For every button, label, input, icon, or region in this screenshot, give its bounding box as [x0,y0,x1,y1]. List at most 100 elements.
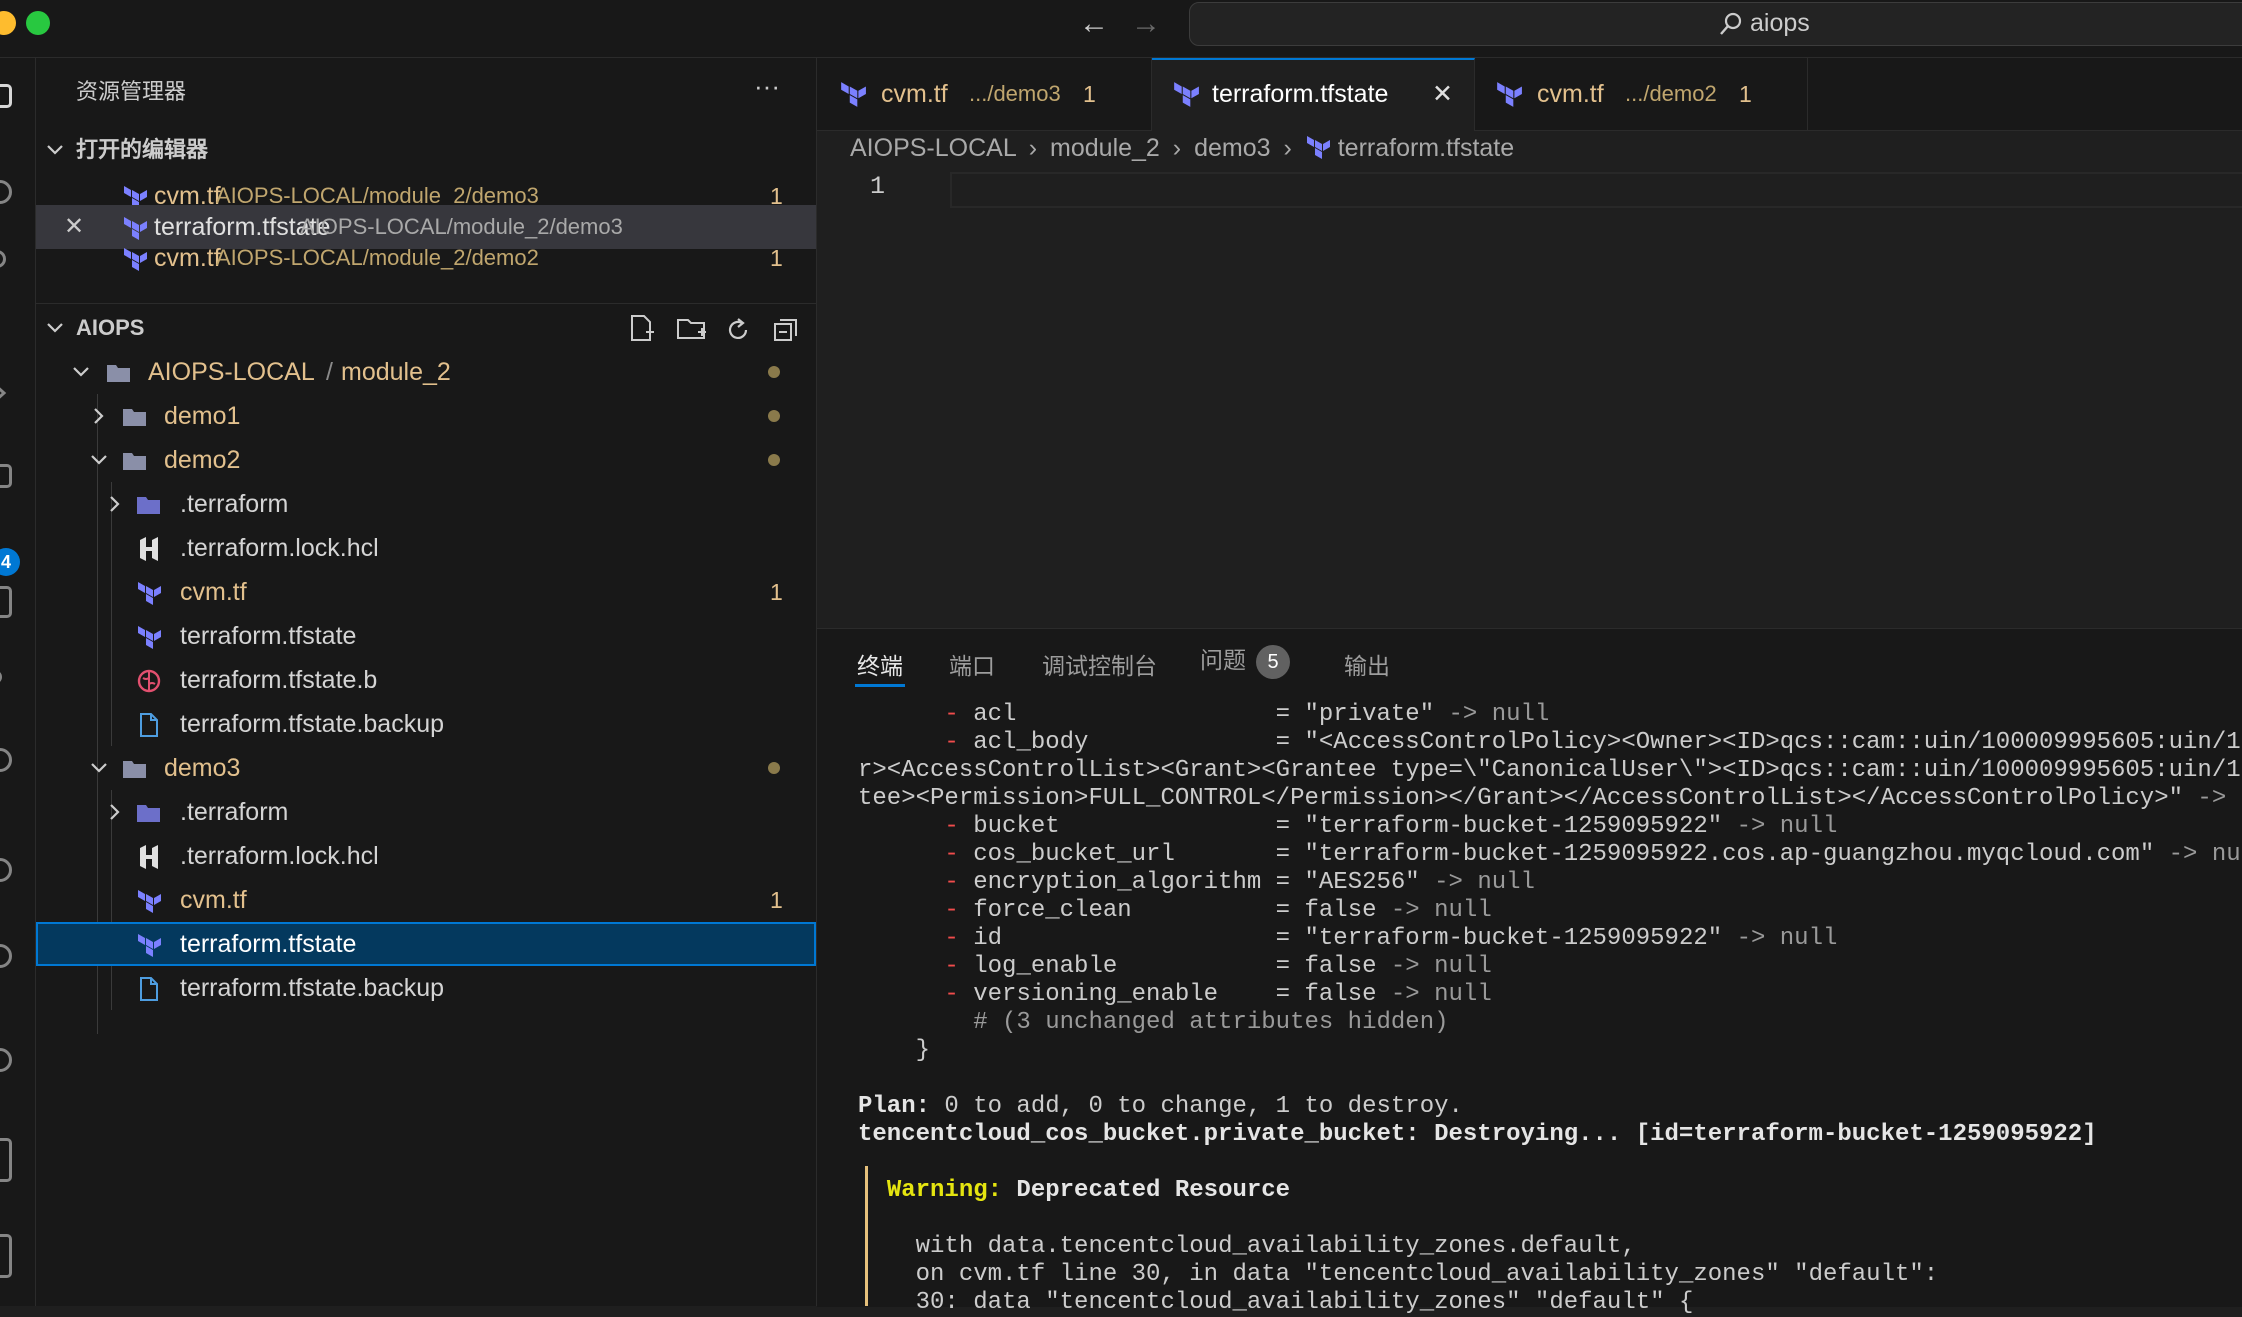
tree-file[interactable]: terraform.tfstate [36,614,816,658]
explorer-header: 资源管理器 ··· [36,70,816,114]
remote-icon[interactable] [0,670,2,684]
close-icon[interactable]: ✕ [1432,60,1453,128]
timeline-icon[interactable] [0,944,12,968]
tree-file[interactable]: .terraform.lock.hcl [36,526,816,570]
terminal-line: - bucket = "terraform-bucket-1259095922"… [944,813,1838,840]
terraform-file-icon [138,890,161,913]
minimize-window-button[interactable] [0,11,16,35]
terminal-line: - encryption_algorithm = "AES256" -> nul… [944,869,1535,896]
problem-count: 1 [770,887,783,913]
modified-dot [768,366,780,378]
tree-file[interactable]: terraform.tfstate.b [36,658,816,702]
account-icon[interactable] [0,1234,12,1278]
terminal-line: # (3 unchanged attributes hidden) [858,1009,1449,1036]
terraform-file-icon [138,934,161,957]
file-name: cvm.tf [180,578,247,606]
folder-icon [123,409,146,426]
terraform-file-icon [138,582,161,605]
tab-cvm-demo2[interactable]: cvm.tf .../demo2 1 [1475,58,1808,130]
breadcrumb-separator: › [1283,134,1292,162]
terraform-file-icon [138,626,161,649]
workspace-section-header[interactable]: AIOPS [36,306,816,350]
panel-tab-debug-console[interactable]: 调试控制台 [1042,647,1157,681]
tab-terraform-tfstate[interactable]: terraform.tfstate ✕ [1152,58,1475,131]
explorer-icon[interactable] [0,84,12,108]
terminal-warning-line: Warning: Deprecated Resource [886,1177,1291,1204]
chevron-down-icon [91,455,107,465]
folder-name: .terraform [180,798,289,826]
tree-folder[interactable]: .terraform [36,790,816,834]
zoom-window-button[interactable] [26,11,50,35]
refresh-icon[interactable] [724,316,752,344]
terminal-line: - acl_body = "<AccessControlPolicy><Owne… [944,729,2242,756]
tree-file[interactable]: .terraform.lock.hcl [36,834,816,878]
terraform-file-icon [124,248,147,271]
terraform-file-icon [841,82,866,107]
warning-bar [865,1166,868,1306]
terraform-file-icon [1174,82,1199,107]
tree-folder[interactable]: demo2 [36,438,816,482]
terraform-file-icon [1497,82,1522,107]
active-tab-indicator [855,684,905,687]
panel-tab-ports[interactable]: 端口 [949,647,995,681]
file-name: .terraform.lock.hcl [180,534,379,562]
command-center-search[interactable]: aiops [1189,2,2242,46]
arrow-left-icon[interactable]: ← [1074,4,1114,44]
chevron-down-icon [47,145,63,155]
terraform-folder-icon [137,805,160,822]
breadcrumb-item[interactable]: AIOPS-LOCAL [850,134,1016,162]
panel-tab-output[interactable]: 输出 [1344,647,1390,681]
tree-folder-root[interactable]: AIOPS-LOCAL / module_2 [36,350,816,394]
open-editor-item[interactable]: cvm.tf AIOPS-LOCAL/module_2/demo2 1 [36,236,816,280]
activity-bar: 4 [0,58,36,1306]
folder-open-icon [123,761,146,778]
terminal-line: - versioning_enable = false -> null [944,981,1492,1008]
docker-icon[interactable] [0,1048,12,1072]
tab-label: cvm.tf [881,80,948,108]
terminal-line: - cos_bucket_url = "terraform-bucket-125… [944,841,2242,868]
chevron-right-icon [94,408,104,424]
search-activity-icon[interactable] [0,180,12,204]
open-editors-section-header[interactable]: 打开的编辑器 [36,128,816,172]
breadcrumb-item[interactable]: demo3 [1194,134,1270,162]
explorer-title: 资源管理器 [76,79,187,104]
breadcrumb-item[interactable]: terraform.tfstate [1338,134,1514,162]
source-control-icon[interactable] [0,250,6,268]
folder-open-icon [123,453,146,470]
tree-file[interactable]: terraform.tfstate.backup [36,702,816,746]
run-debug-icon[interactable] [0,380,12,404]
open-editor-path: AIOPS-LOCAL/module_2/demo2 [216,245,539,270]
file-icon [140,713,158,737]
problems-count-badge: 5 [1256,644,1290,679]
extensions-icon[interactable] [0,464,12,488]
tab-cvm-demo3[interactable]: cvm.tf .../demo3 1 [817,58,1152,130]
open-editor-name: cvm.tf [154,244,221,272]
tree-file-selected[interactable]: terraform.tfstate [36,922,816,966]
database-icon[interactable] [0,586,12,618]
terminal-output[interactable]: - acl = "private" -> null - acl_body = "… [858,701,2242,1317]
tree-folder[interactable]: .terraform [36,482,816,526]
tree-file[interactable]: cvm.tf 1 [36,878,816,922]
search-text: aiops [1750,9,1810,37]
panel-tab-terminal[interactable]: 终端 [857,647,903,681]
workspace-title: AIOPS [76,315,145,340]
git-graph-icon[interactable] [0,748,12,772]
file-name: .terraform.lock.hcl [180,842,379,870]
path-separator: / [326,358,333,386]
panel-tab-problems[interactable]: 问题 5 [1200,641,1290,679]
new-folder-icon[interactable] [676,314,708,344]
new-file-icon[interactable] [628,314,656,344]
tree-folder[interactable]: demo3 [36,746,816,790]
current-line-highlight[interactable] [950,172,2242,208]
breadcrumb-item[interactable]: module_2 [1050,134,1160,162]
collapse-all-icon[interactable] [772,316,800,344]
arrow-right-icon[interactable]: → [1126,4,1166,44]
hashicorp-icon [140,845,158,869]
device-icon[interactable] [0,1138,12,1182]
more-actions-button[interactable]: ··· [754,64,780,108]
tree-file[interactable]: cvm.tf 1 [36,570,816,614]
modified-dot [768,454,780,466]
testing-icon[interactable] [0,858,12,882]
tree-file[interactable]: terraform.tfstate.backup [36,966,816,1010]
tree-folder[interactable]: demo1 [36,394,816,438]
